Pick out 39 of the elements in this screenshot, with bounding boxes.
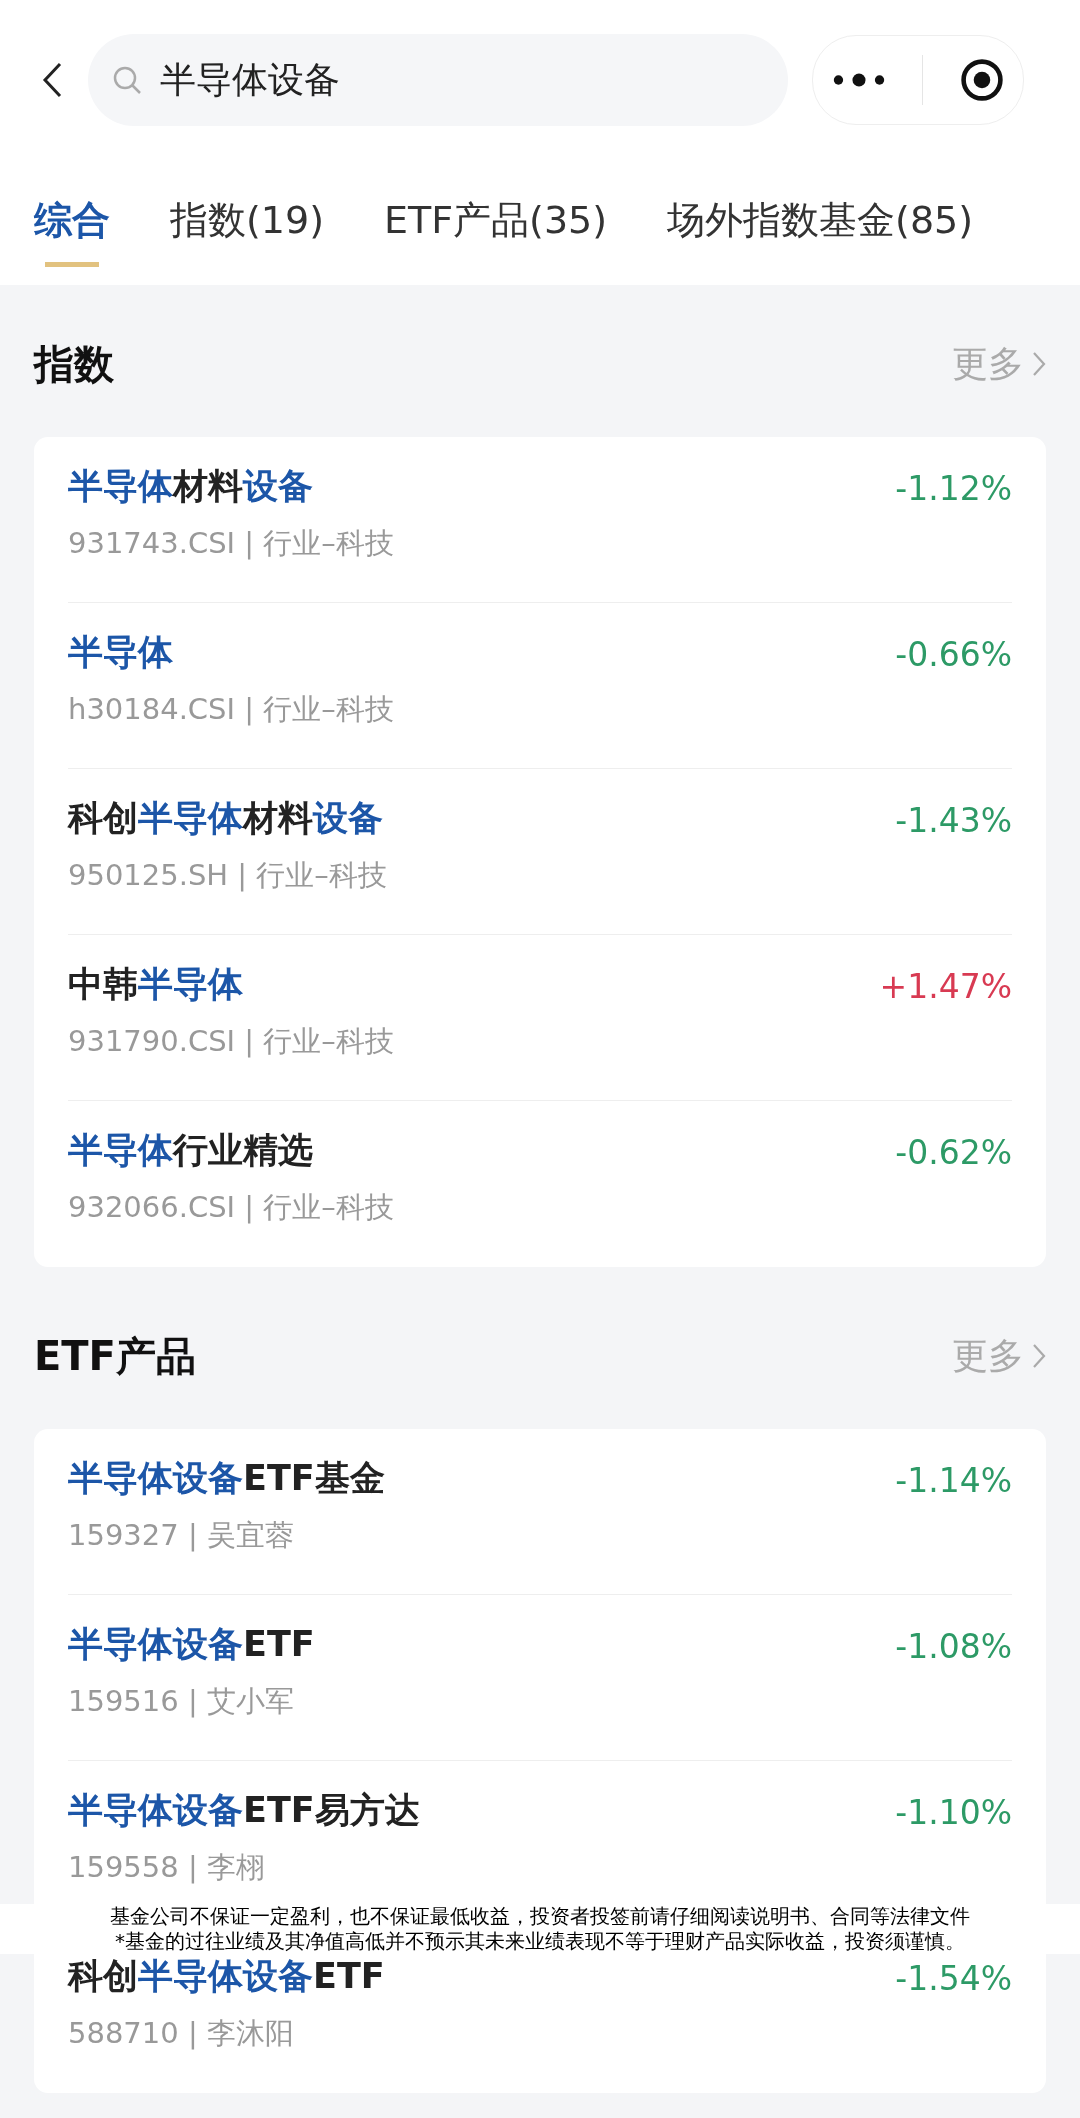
- item-meta: 159516 | 艾小军: [68, 1683, 295, 1720]
- change-percent: +1.47%: [879, 966, 1012, 1006]
- item-meta: 588710 | 李沐阳: [68, 2015, 295, 2052]
- tab[interactable]: 综合: [34, 178, 110, 267]
- item-name[interactable]: 科创半导体材料设备: [68, 795, 387, 842]
- change-percent: -1.10%: [895, 1792, 1012, 1832]
- section-title: 指数: [34, 339, 114, 389]
- change-percent: -0.66%: [895, 634, 1012, 674]
- change-percent: -1.12%: [895, 468, 1012, 508]
- search-field[interactable]: 半导体设备: [88, 34, 788, 126]
- disclaimer-text: *基金的过往业绩及其净值高低并不预示其未来业绩表现不等于理财产品实际收益，投资须谨慎。: [115, 1929, 965, 1954]
- section-title: ETF产品: [34, 1331, 196, 1381]
- search-icon: [112, 65, 142, 95]
- item-meta: h30184.CSI | 行业–科技: [68, 691, 394, 728]
- item-name[interactable]: 科创半导体设备ETF: [68, 1953, 385, 2000]
- tab[interactable]: 指数(19): [170, 178, 324, 267]
- item-meta: 950125.SH | 行业–科技: [68, 857, 387, 894]
- item-meta: 931790.CSI | 行业–科技: [68, 1023, 394, 1060]
- change-percent: -0.62%: [895, 1132, 1012, 1172]
- tab[interactable]: ETF产品(35): [384, 178, 608, 267]
- item-name[interactable]: 半导体设备ETF基金: [68, 1455, 385, 1502]
- item-meta: 931743.CSI | 行业–科技: [68, 525, 394, 562]
- disclaimer-text: 基金公司不保证一定盈利，也不保证最低收益，投资者投签前请仔细阅读说明书、合同等法律文件: [110, 1904, 970, 1929]
- tab[interactable]: 场外指数基金(85): [667, 178, 974, 267]
- target-icon[interactable]: [959, 57, 1006, 103]
- item-name[interactable]: 半导体设备ETF易方达: [68, 1787, 420, 1834]
- item-meta: 932066.CSI | 行业–科技: [68, 1189, 394, 1226]
- change-percent: -1.14%: [895, 1460, 1012, 1500]
- item-meta: 159558 | 李栩: [68, 1849, 266, 1886]
- item-meta: 159327 | 吴宜蓉: [68, 1517, 295, 1554]
- item-name[interactable]: 半导体行业精选: [68, 1127, 394, 1174]
- item-name[interactable]: 中韩半导体: [68, 961, 394, 1008]
- item-name[interactable]: 半导体: [68, 629, 394, 676]
- change-percent: -1.54%: [895, 1958, 1012, 1998]
- change-percent: -1.08%: [895, 1626, 1012, 1666]
- change-percent: -1.43%: [895, 800, 1012, 840]
- item-name[interactable]: 半导体材料设备: [68, 463, 394, 510]
- item-name[interactable]: 半导体设备ETF: [68, 1621, 315, 1668]
- back-icon[interactable]: [40, 60, 64, 100]
